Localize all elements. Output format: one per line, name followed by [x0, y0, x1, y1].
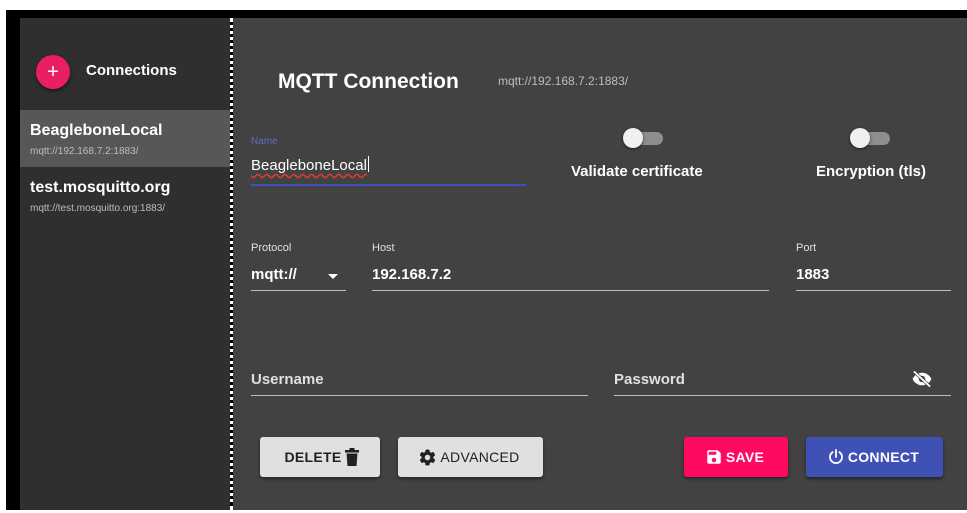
plus-icon: + — [47, 61, 59, 83]
connection-name: test.mosquitto.org — [30, 179, 171, 196]
username-field[interactable]: Username — [251, 362, 588, 397]
port-value: 1883 — [796, 266, 830, 283]
protocol-underline — [251, 290, 346, 291]
eye-off-icon[interactable] — [911, 370, 933, 393]
connection-name: BeagleboneLocal — [30, 122, 163, 139]
connection-url: mqtt://192.168.7.2:1883/ — [30, 146, 139, 157]
name-input[interactable]: BeagleboneLocal — [251, 156, 369, 174]
advanced-label: ADVANCED — [440, 449, 520, 465]
connect-button[interactable]: CONNECT — [806, 437, 943, 477]
encryption-label: Encryption (tls) — [816, 163, 927, 180]
port-field[interactable]: Port 1883 — [796, 242, 951, 292]
host-field[interactable]: Host 192.168.7.2 — [372, 242, 769, 292]
username-placeholder: Username — [251, 371, 324, 388]
save-label: SAVE — [725, 449, 765, 465]
name-label: Name — [251, 136, 278, 147]
connect-label: CONNECT — [847, 449, 920, 465]
connection-item-test-mosquitto[interactable]: test.mosquitto.org mqtt://test.mosquitto… — [20, 167, 230, 224]
password-placeholder: Password — [614, 371, 685, 388]
gear-icon — [418, 448, 437, 467]
app-window: + Connections BeagleboneLocal mqtt://192… — [6, 10, 967, 510]
chevron-down-icon — [328, 274, 338, 279]
password-field[interactable]: Password — [614, 362, 951, 397]
text-caret — [367, 156, 369, 172]
name-field[interactable]: Name BeagleboneLocal — [251, 136, 526, 186]
connection-url-display: mqtt://192.168.7.2:1883/ — [498, 74, 629, 88]
connection-url: mqtt://test.mosquitto.org:1883/ — [30, 203, 166, 214]
name-value: BeagleboneLocal — [251, 157, 367, 174]
protocol-select[interactable]: Protocol mqtt:// — [251, 242, 346, 292]
connection-item-beaglebonelocal[interactable]: BeagleboneLocal mqtt://192.168.7.2:1883/ — [20, 110, 230, 167]
save-button[interactable]: SAVE — [684, 437, 788, 477]
trash-icon — [344, 448, 359, 466]
validate-certificate-toggle[interactable] — [623, 128, 663, 148]
add-connection-button[interactable]: + — [36, 55, 70, 89]
toggle-thumb — [850, 128, 870, 148]
delete-button[interactable]: DELETE — [260, 437, 380, 477]
host-value: 192.168.7.2 — [372, 266, 452, 283]
password-underline — [614, 395, 951, 396]
connections-sidebar: + Connections BeagleboneLocal mqtt://192… — [20, 18, 230, 510]
name-underline — [251, 184, 526, 186]
page-title: MQTT Connection — [278, 70, 459, 93]
sidebar-title: Connections — [86, 62, 177, 79]
power-icon — [827, 448, 845, 466]
protocol-value: mqtt:// — [251, 266, 297, 283]
port-underline — [796, 290, 951, 291]
advanced-button[interactable]: ADVANCED — [398, 437, 543, 477]
floppy-disk-icon — [705, 448, 723, 466]
port-label: Port — [796, 242, 817, 254]
username-underline — [251, 395, 588, 396]
host-underline — [372, 290, 769, 291]
encryption-toggle[interactable] — [850, 128, 890, 148]
connection-settings-panel: MQTT Connection mqtt://192.168.7.2:1883/… — [233, 18, 967, 510]
protocol-label: Protocol — [251, 242, 292, 254]
delete-label: DELETE — [284, 449, 342, 465]
toggle-thumb — [623, 128, 643, 148]
host-label: Host — [372, 242, 395, 254]
validate-certificate-label: Validate certificate — [571, 163, 703, 180]
